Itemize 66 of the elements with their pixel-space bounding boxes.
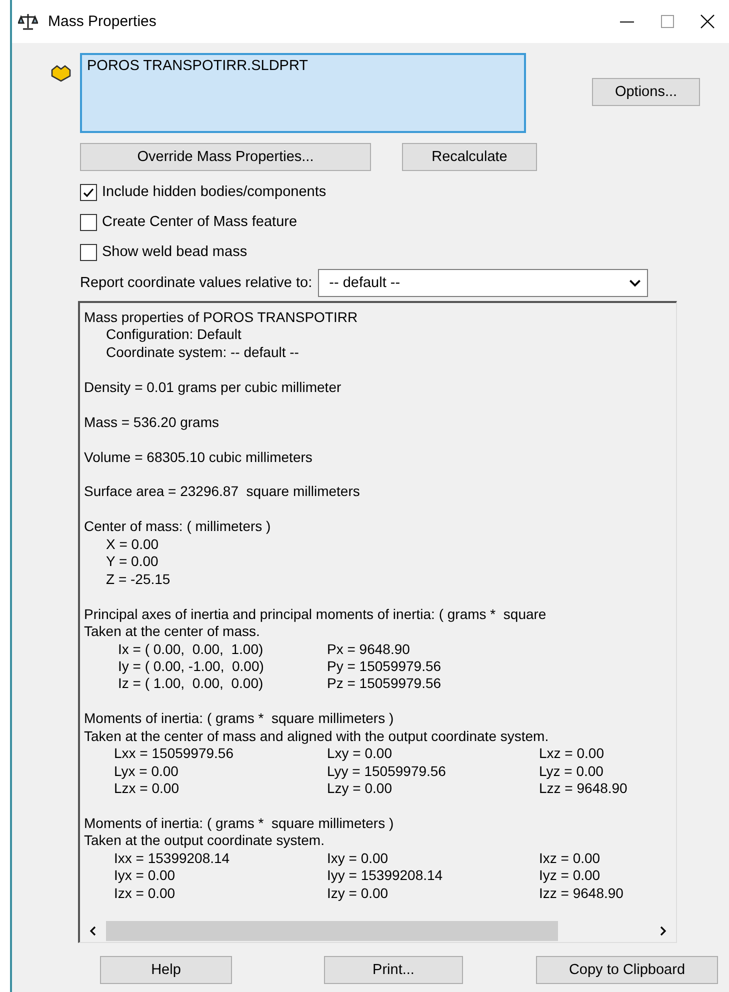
minimize-icon bbox=[620, 20, 634, 22]
scale-icon bbox=[18, 12, 38, 30]
result-value: Lzy = 0.00 bbox=[327, 780, 393, 798]
result-text: Coordinate system: -- default -- bbox=[105, 344, 300, 362]
result-text: Taken at the center of mass. bbox=[84, 623, 261, 641]
selection-list[interactable]: POROS TRANSPOTIRR.SLDPRT bbox=[80, 53, 526, 133]
result-text: Mass = 536.20 grams bbox=[84, 414, 220, 432]
result-value: Iz = ( 1.00, 0.00, 0.00) bbox=[118, 675, 264, 693]
result-text: Z = -25.15 bbox=[105, 570, 172, 588]
checkbox-label: Include hidden bodies/components bbox=[102, 184, 326, 200]
result-text: Surface area = 23296.87 square millimeters bbox=[84, 483, 361, 501]
result-text: Center of mass: ( millimeters ) bbox=[84, 518, 272, 536]
result-value: Izx = 0.00 bbox=[114, 884, 176, 902]
close-icon bbox=[700, 14, 714, 29]
result-text: Taken at the center of mass and aligned with the output coordinate system. bbox=[84, 728, 550, 746]
chevron-right-icon bbox=[658, 926, 668, 936]
result-value: Lzx = 0.00 bbox=[114, 780, 180, 798]
checkbox[interactable] bbox=[80, 244, 97, 260]
options-button[interactable]: Options... bbox=[592, 78, 700, 106]
result-value: Ixx = 15399208.14 bbox=[114, 850, 231, 868]
result-text: Mass properties of POROS TRANSPOTIRR bbox=[84, 309, 359, 326]
result-value: Pz = 15059979.56 bbox=[327, 675, 442, 693]
result-value: Iy = ( 0.00, -1.00, 0.00) bbox=[118, 658, 265, 676]
checkbox[interactable] bbox=[80, 214, 97, 230]
result-text: Density = 0.01 grams per cubic millimeter bbox=[84, 378, 342, 396]
result-value: Lzz = 9648.90 bbox=[539, 780, 628, 798]
result-text: Principal axes of inertia and principal moments of inertia: ( grams * square bbox=[84, 606, 548, 624]
maximize-icon bbox=[660, 15, 674, 28]
scrollbar-thumb[interactable] bbox=[106, 921, 558, 941]
checkbox-label: Show weld bead mass bbox=[102, 244, 248, 260]
result-value: Iyy = 15399208.14 bbox=[327, 867, 444, 885]
result-value: Ixy = 0.00 bbox=[327, 850, 390, 868]
result-value: Lyz = 0.00 bbox=[539, 762, 604, 780]
result-value: Lxx = 15059979.56 bbox=[114, 745, 234, 763]
result-value: Lyx = 0.00 bbox=[114, 762, 180, 780]
result-text: Volume = 68305.10 cubic millimeters bbox=[84, 448, 314, 466]
result-value: Iyx = 0.00 bbox=[114, 867, 176, 885]
chevron-left-icon bbox=[88, 926, 98, 936]
override-button[interactable]: Override Mass Properties... bbox=[80, 143, 371, 171]
result-text: Taken at the output coordinate system. bbox=[84, 832, 326, 850]
dialog-button[interactable]: Copy to Clipboard bbox=[536, 956, 718, 984]
result-value: Lyy = 15059979.56 bbox=[327, 762, 447, 780]
select-label: Report coordinate values relative to: bbox=[80, 274, 312, 290]
result-text: Configuration: Default bbox=[105, 326, 242, 344]
result-value: Ixz = 0.00 bbox=[539, 850, 602, 868]
result-value: Izz = 9648.90 bbox=[539, 884, 624, 902]
result-text: Y = 0.00 bbox=[105, 553, 160, 571]
result-value: Ix = ( 0.00, 0.00, 1.00) bbox=[118, 640, 264, 658]
list-item[interactable]: POROS TRANSPOTIRR.SLDPRT bbox=[87, 58, 519, 74]
check-icon bbox=[82, 186, 95, 198]
result-text: X = 0.00 bbox=[105, 536, 160, 554]
result-text: Moments of inertia: ( grams * square millimeters ) bbox=[84, 815, 395, 832]
result-value: Py = 15059979.56 bbox=[327, 658, 442, 676]
checkbox-label: Create Center of Mass feature bbox=[102, 214, 298, 230]
checkbox[interactable] bbox=[80, 184, 97, 200]
result-text: Moments of inertia: ( grams * square millimeters ) bbox=[84, 710, 395, 728]
result-value: Lxz = 0.00 bbox=[539, 745, 605, 763]
coordinate-dropdown[interactable]: -- default -- bbox=[318, 268, 648, 296]
result-value: Lxy = 0.00 bbox=[327, 745, 393, 763]
dialog-button[interactable]: Print... bbox=[324, 956, 463, 984]
recalculate-button[interactable]: Recalculate bbox=[402, 143, 537, 171]
result-value: Izy = 0.00 bbox=[327, 884, 390, 902]
window-title: Mass Properties bbox=[48, 13, 158, 30]
result-value: Px = 9648.90 bbox=[327, 640, 411, 658]
dialog-button[interactable]: Help bbox=[100, 956, 232, 984]
result-value: Iyz = 0.00 bbox=[539, 867, 602, 885]
